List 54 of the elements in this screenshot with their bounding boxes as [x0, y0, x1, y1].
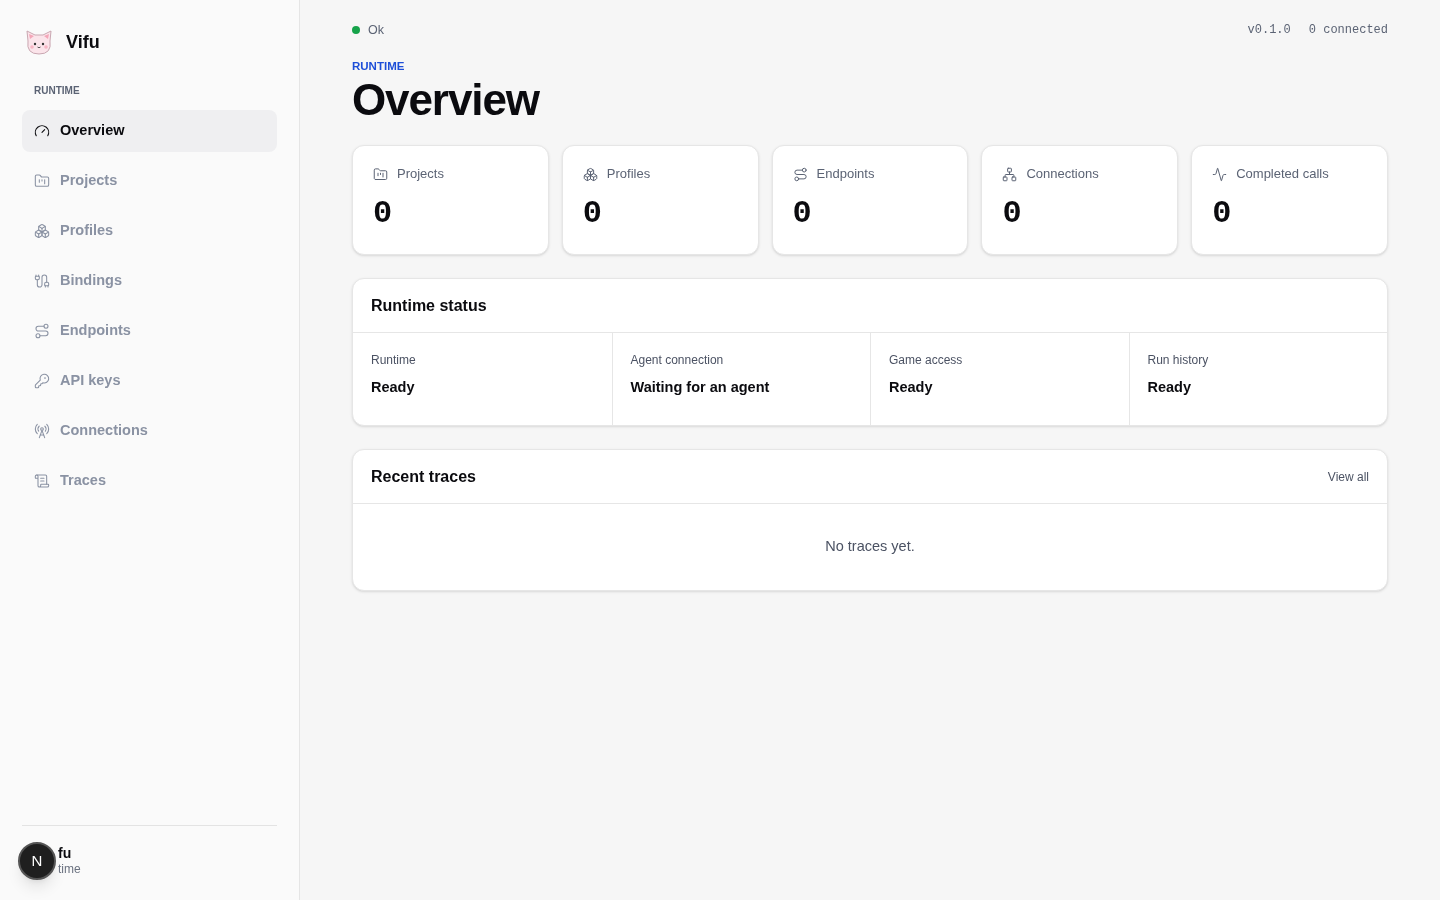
stat-value: 0 [582, 195, 603, 232]
nav-item[interactable]: Connections [22, 410, 277, 452]
network-icon [1002, 166, 1018, 182]
radio-tower-icon [34, 423, 50, 439]
nav-item[interactable]: Overview [22, 110, 277, 152]
connected-count: 0 connected [1308, 22, 1388, 39]
page-title: Overview [352, 75, 541, 126]
nav-item[interactable]: API keys [22, 360, 277, 402]
boxes-icon [34, 223, 50, 239]
footer-subtitle: time [58, 861, 81, 877]
avatar-badge[interactable]: N [18, 842, 56, 880]
key-icon [34, 373, 50, 389]
status-value: Waiting for an agent [630, 378, 771, 398]
stat-label: Completed calls [1236, 165, 1329, 184]
gauge-icon [34, 123, 50, 139]
status-text: Ok [368, 21, 384, 39]
status-label: Runtime [371, 352, 417, 370]
status-label: Run history [1147, 352, 1210, 370]
nav-item[interactable]: Endpoints [22, 310, 277, 352]
scroll-icon [34, 473, 50, 489]
empty-message: No traces yet. [825, 537, 915, 557]
footer-title: fu [58, 845, 73, 861]
stat-value: 0 [792, 195, 813, 232]
route-icon [792, 166, 808, 182]
cable-icon [34, 273, 50, 289]
section-label: RUNTIME [33, 84, 81, 98]
stat-label: Endpoints [816, 165, 875, 184]
status-label: Agent connection [630, 352, 725, 370]
stat-value: 0 [1002, 195, 1023, 232]
card-title: Runtime status [371, 295, 487, 316]
activity-icon [1212, 166, 1228, 182]
app-name: Vifu [66, 30, 100, 54]
cat-logo-icon [24, 27, 54, 57]
view-all-link[interactable]: View all [1327, 467, 1369, 486]
folder-icon [373, 166, 388, 182]
stat-label: Connections [1026, 165, 1099, 184]
status-value: Ready [889, 378, 934, 398]
stat-label: Profiles [606, 165, 651, 184]
nav-item[interactable]: Profiles [22, 210, 277, 252]
nav-item[interactable]: Traces [22, 460, 277, 502]
version-text: v0.1.0 [1247, 22, 1291, 39]
stat-value: 0 [373, 195, 394, 232]
stat-label: Projects [397, 165, 444, 184]
status-label: Game access [889, 352, 964, 370]
boxes-icon [582, 166, 598, 182]
folder-icon [34, 173, 50, 189]
route-icon [34, 323, 50, 339]
card-title: Recent traces [371, 466, 476, 487]
status-value: Ready [1147, 378, 1193, 398]
nav-item[interactable]: Bindings [22, 260, 277, 302]
nav-item[interactable]: Projects [22, 160, 277, 202]
page-eyebrow: RUNTIME [352, 59, 406, 74]
stat-value: 0 [1212, 195, 1233, 232]
status-value: Ready [371, 378, 416, 398]
